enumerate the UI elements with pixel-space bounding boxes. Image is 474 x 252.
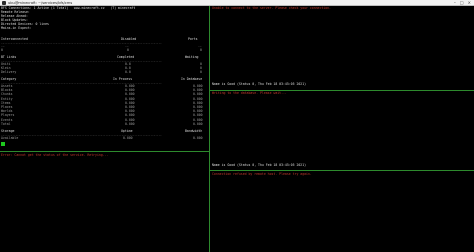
error-line: Connection refused by remote host. Pleas… — [212, 172, 312, 176]
maximize-icon[interactable]: □ — [460, 0, 464, 5]
error-line: Error: Cannot get the status of the serv… — [1, 153, 109, 157]
terminal-icon — [2, 0, 6, 5]
section3-header: Category In Process In Database — [1, 77, 206, 96]
error-line: Writing to the database. Please wait... — [212, 91, 287, 95]
left-pane[interactable]: BFS Connections: 1 Active (1 Total) www.… — [0, 6, 209, 252]
header-line: Mains-in Expect: — [1, 26, 32, 30]
minimize-icon[interactable]: – — [454, 0, 456, 5]
close-icon[interactable]: × — [468, 0, 471, 5]
status-line: Name is Good (Status 0, Thu Feb 18 03:45… — [212, 163, 307, 167]
right-middle-pane[interactable]: Writing to the database. Please wait... … — [210, 91, 474, 170]
window-controls: – □ × — [454, 0, 471, 5]
terminal-cursor — [1, 142, 5, 146]
right-bottom-pane[interactable]: Connection refused by remote host. Pleas… — [210, 171, 474, 252]
right-top-pane[interactable]: Unable to connect to the server. Please … — [210, 6, 474, 90]
status-line: Name is Good (Status 0, Thu Feb 18 03:45… — [212, 82, 307, 86]
pane-divider — [0, 151, 209, 152]
terminal-window: ubu@minecraft: ~/services/bfs/cms – □ × … — [0, 0, 474, 252]
divider-line: ----------------------------------------… — [1, 82, 162, 85]
window-title: ubu@minecraft: ~/services/bfs/cms — [8, 0, 73, 5]
error-line: Unable to connect to the server. Please … — [212, 6, 331, 10]
